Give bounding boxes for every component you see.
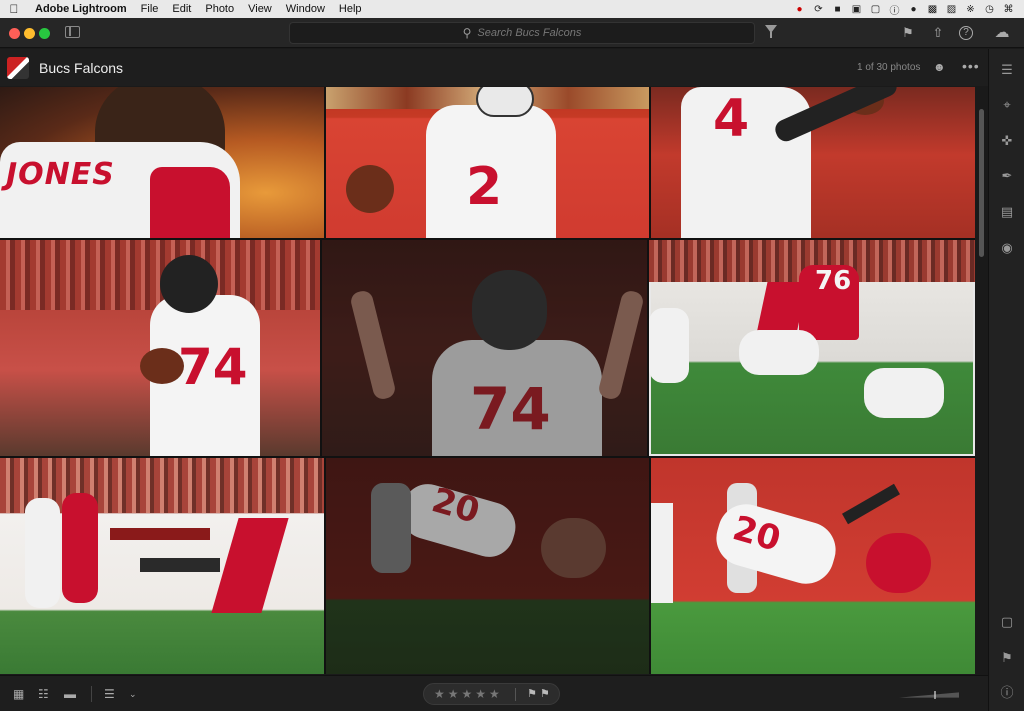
keyword-tag-icon[interactable]: ⚑ <box>998 649 1016 667</box>
photo-grid-view-icon[interactable]: ▦ <box>13 686 24 702</box>
menu-extras-tray: ● ⟳ ■ ▣ ▢ ⓘ ● ▩ ▨ ※ ◷ ⌘ <box>790 0 1018 18</box>
bottom-toolbar: ▦ ☷ ▬ ☰ ⌄ ★★★★★ ⚑ ⚑ <box>0 675 988 711</box>
album-header: Bucs Falcons 1 of 30 photos ☻ ••• <box>0 49 988 86</box>
photo-thumbnail[interactable] <box>0 458 324 674</box>
photo-thumbnail-selected[interactable]: 76 <box>649 240 975 456</box>
info-tray-icon[interactable]: ⓘ <box>885 2 904 17</box>
crop-icon[interactable]: ⌖ <box>998 96 1016 114</box>
photo-thumbnail[interactable]: 74 <box>322 240 647 456</box>
slider-thumb[interactable] <box>934 691 936 699</box>
photo-thumbnail[interactable]: 20 <box>326 458 649 674</box>
window-minimize-button[interactable] <box>24 28 35 39</box>
sync-tray-icon[interactable]: ⟳ <box>809 4 828 15</box>
search-field[interactable]: ⚲ Search Bucs Falcons <box>289 22 755 44</box>
screen-tray-icon[interactable]: ▣ <box>847 4 866 15</box>
share-icon[interactable]: ⇧ <box>929 24 947 42</box>
apple-menu-icon[interactable]:  <box>0 2 28 16</box>
photo-thumbnail[interactable]: 2 <box>326 87 649 238</box>
jersey-text: 76 <box>815 266 852 296</box>
sort-icon[interactable]: ☰ <box>104 686 115 702</box>
jersey-text: 4 <box>713 89 750 149</box>
brush-icon[interactable]: ✒ <box>998 167 1016 185</box>
creative-cloud-tray-icon[interactable]: ● <box>790 4 809 15</box>
photo-thumbnail[interactable]: JONES <box>0 87 324 238</box>
menu-view[interactable]: View <box>241 0 279 18</box>
menu-help[interactable]: Help <box>332 0 369 18</box>
healing-bandage-icon[interactable]: ✜ <box>998 132 1016 150</box>
photo-thumbnail[interactable]: 20 <box>651 458 975 674</box>
info-icon[interactable]: ⓘ <box>998 684 1016 702</box>
toolbar-divider <box>91 686 92 702</box>
slider-track <box>899 692 959 698</box>
menu-window[interactable]: Window <box>279 0 332 18</box>
jersey-text: JONES <box>6 157 115 192</box>
album-title: Bucs Falcons <box>39 60 124 76</box>
jersey-text: 2 <box>466 157 503 217</box>
notifications-bell-icon[interactable]: ⚑ <box>899 24 917 42</box>
comments-icon[interactable]: ▢ <box>998 613 1016 631</box>
photo-count: 1 of 30 photos <box>857 62 921 73</box>
macos-menu-bar:  Adobe Lightroom File Edit Photo View W… <box>0 0 1024 18</box>
window-toolbar: ⚲ Search Bucs Falcons ⚑ ⇧ ? ☁ <box>0 18 1024 48</box>
camera-tray-icon[interactable]: ■ <box>828 4 847 15</box>
jersey-text: 74 <box>178 338 248 396</box>
menu-photo[interactable]: Photo <box>198 0 241 18</box>
help-icon[interactable]: ? <box>959 26 973 40</box>
rating-flag-control: ★★★★★ ⚑ ⚑ <box>423 683 560 705</box>
detail-view-icon[interactable]: ▬ <box>64 686 76 702</box>
album-cover-thumbnail <box>7 57 29 79</box>
display-tray-icon[interactable]: ▢ <box>866 4 885 15</box>
photo-thumbnail[interactable]: 4 <box>651 87 975 238</box>
jersey-text: 74 <box>470 375 551 443</box>
square-grid-view-icon[interactable]: ☷ <box>38 686 49 702</box>
thumbnail-size-slider[interactable] <box>884 691 974 699</box>
photo-grid: JONES 2 4 74 74 76 20 20 <box>0 87 975 674</box>
menu-file[interactable]: File <box>134 0 166 18</box>
rating-divider <box>515 688 516 701</box>
window-close-button[interactable] <box>9 28 20 39</box>
bluetooth-tray-icon[interactable]: ※ <box>961 4 980 15</box>
sort-dropdown-chevron-icon[interactable]: ⌄ <box>129 686 137 702</box>
right-tool-rail: ☰ ⌖ ✜ ✒ ▤ ◉ ▢ ⚑ ⓘ <box>988 49 1024 711</box>
filter-icon[interactable] <box>765 25 777 38</box>
window-zoom-button[interactable] <box>39 28 50 39</box>
grid-scrollbar[interactable] <box>977 87 986 674</box>
flag-icons[interactable]: ⚑ ⚑ <box>527 687 550 700</box>
wifi-tray-icon[interactable]: ⌘ <box>999 4 1018 15</box>
radial-gradient-icon[interactable]: ◉ <box>998 239 1016 257</box>
cloud-sync-icon[interactable]: ☁ <box>993 24 1011 42</box>
star-rating[interactable]: ★★★★★ <box>434 687 503 701</box>
scrollbar-thumb[interactable] <box>979 109 984 257</box>
more-options-icon[interactable]: ••• <box>962 58 980 74</box>
menu-app-name[interactable]: Adobe Lightroom <box>28 0 134 18</box>
menu-edit[interactable]: Edit <box>165 0 198 18</box>
search-icon: ⚲ <box>462 26 472 40</box>
linear-gradient-icon[interactable]: ▤ <box>998 203 1016 221</box>
app-tray-icon[interactable]: ▩ <box>923 4 942 15</box>
search-placeholder: Search Bucs Falcons <box>477 27 582 39</box>
people-icon[interactable]: ☻ <box>933 60 947 74</box>
time-machine-tray-icon[interactable]: ◷ <box>980 4 999 15</box>
drop-tray-icon[interactable]: ● <box>904 4 923 15</box>
edit-sliders-icon[interactable]: ☰ <box>998 61 1016 79</box>
sidebar-toggle-icon[interactable] <box>65 26 80 38</box>
photo-thumbnail[interactable]: 74 <box>0 240 320 456</box>
window-tray-icon[interactable]: ▨ <box>942 4 961 15</box>
